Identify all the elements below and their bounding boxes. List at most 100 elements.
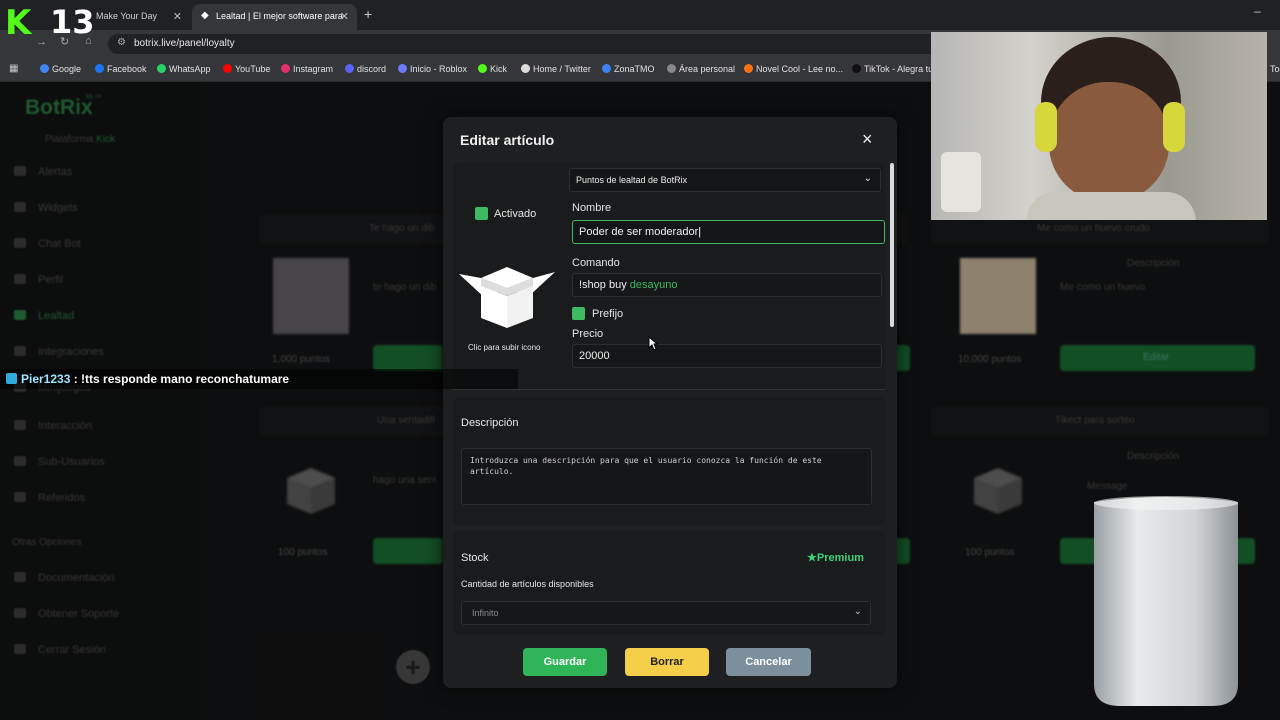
prefix-checkbox[interactable] — [572, 307, 585, 320]
bookmark-item[interactable]: YouTube — [223, 64, 270, 74]
bookmark-label: Área personal — [679, 64, 736, 74]
type-select[interactable]: Puntos de lealtad de BotRix ⌄ — [569, 168, 881, 192]
save-button[interactable]: Guardar — [523, 648, 607, 676]
command-input[interactable]: !shop buy desayuno — [572, 273, 882, 297]
premium-badge: ★Premium — [807, 551, 864, 564]
bookmark-label: Inicio - Roblox — [410, 64, 468, 74]
bookmark-label: Novel Cool - Lee no... — [756, 64, 844, 74]
browser-tab-active[interactable]: ◆ Lealtad | El mejor software para ✕ — [192, 4, 357, 30]
modal-title: Editar artículo — [460, 132, 555, 148]
bookmark-label: Facebook — [107, 64, 147, 74]
webcam-feed — [931, 32, 1267, 220]
apps-grid-icon[interactable]: ▦ — [9, 63, 18, 74]
bookmark-favicon-icon — [744, 64, 753, 73]
description-section: Descripción Introduzca una descripción p… — [453, 397, 885, 525]
bookmark-item[interactable]: Novel Cool - Lee no... — [744, 64, 843, 74]
item-main-section: Puntos de lealtad de BotRix ⌄ Activado C… — [453, 162, 885, 390]
stream-chat-message: Pier1233 : !tts responde mano reconchatu… — [0, 369, 518, 389]
tab-label: Lealtad | El mejor software para — [216, 11, 343, 21]
stock-select[interactable]: Infinito ⌄ — [461, 601, 871, 625]
bookmark-label: TikTok - Alegra tu — [864, 64, 934, 74]
bookmark-item[interactable]: ZonaTMO — [602, 64, 655, 74]
mouse-cursor-icon — [648, 335, 659, 356]
upload-icon-label: Clic para subir icono — [468, 343, 541, 352]
close-tab-icon[interactable]: ✕ — [340, 10, 349, 23]
star-icon: ★ — [807, 552, 817, 564]
command-prefix: !shop buy — [579, 279, 627, 291]
close-icon[interactable]: × — [862, 129, 873, 150]
stock-section: Stock ★Premium Cantidad de artículos dis… — [453, 531, 885, 635]
bookmark-label: Kick — [490, 64, 508, 74]
bookmark-favicon-icon — [40, 64, 49, 73]
delete-button[interactable]: Borrar — [625, 648, 709, 676]
divider — [453, 389, 885, 390]
bookmark-item[interactable]: Google — [40, 64, 81, 74]
bookmark-label: WhatsApp — [169, 64, 211, 74]
url-text: botrix.live/panel/loyalty — [134, 38, 235, 49]
bookmark-item[interactable]: TikTok - Alegra tu — [852, 64, 933, 74]
bookmark-favicon-icon — [852, 64, 861, 73]
cancel-button[interactable]: Cancelar — [726, 648, 811, 676]
bookmark-favicon-icon — [223, 64, 232, 73]
bookmark-label: Instagram — [293, 64, 334, 74]
site-info-icon[interactable]: ⚙ — [117, 37, 126, 48]
prefix-label: Prefijo — [592, 308, 624, 320]
bookmark-item[interactable]: Kick — [478, 64, 507, 74]
active-label: Activado — [494, 208, 537, 220]
description-label: Descripción — [461, 417, 519, 429]
bookmark-item[interactable]: Inicio - Roblox — [398, 64, 467, 74]
bookmarks-overflow[interactable]: Todos los — [1270, 64, 1280, 74]
bookmark-favicon-icon — [667, 64, 676, 73]
name-input[interactable]: Poder de ser moderador | — [572, 220, 885, 244]
stock-sub-label: Cantidad de artículos disponibles — [461, 579, 594, 589]
bookmark-item[interactable]: discord — [345, 64, 386, 74]
chevron-down-icon: ⌄ — [853, 606, 862, 617]
stream-number: 13 — [50, 3, 95, 41]
type-select-value: Puntos de lealtad de BotRix — [576, 175, 688, 185]
bookmark-favicon-icon — [281, 64, 290, 73]
chat-user-icon — [6, 373, 17, 384]
active-checkbox[interactable] — [475, 207, 488, 220]
minimize-button[interactable]: – — [1254, 4, 1261, 18]
premium-label: Premium — [816, 552, 864, 564]
modal-scrollbar[interactable] — [890, 163, 894, 327]
bookmark-item[interactable]: WhatsApp — [157, 64, 211, 74]
bookmark-label: Home / Twitter — [533, 64, 591, 74]
bookmark-favicon-icon — [95, 64, 104, 73]
stock-label: Stock — [461, 552, 489, 564]
close-tab-icon[interactable]: ✕ — [173, 10, 182, 23]
price-input[interactable]: 20000 — [572, 344, 882, 368]
bookmark-favicon-icon — [157, 64, 166, 73]
kick-logo: K — [5, 3, 32, 43]
browser-tab-bar: Make Your Day ✕ ◆ Lealtad | El mejor sof… — [0, 0, 1280, 30]
bookmark-label: YouTube — [235, 64, 271, 74]
glass-overlay — [1092, 494, 1240, 708]
bookmark-item[interactable]: Facebook — [95, 64, 147, 74]
bookmark-favicon-icon — [478, 64, 487, 73]
price-label: Precio — [572, 328, 604, 340]
name-input-value: Poder de ser moderador — [579, 226, 699, 238]
chevron-down-icon: ⌄ — [863, 173, 872, 184]
bookmark-label: Google — [52, 64, 82, 74]
bookmark-item[interactable]: Home / Twitter — [521, 64, 591, 74]
stock-select-value: Infinito — [472, 608, 499, 618]
description-textarea[interactable]: Introduzca una descripción para que el u… — [461, 448, 872, 505]
bookmark-item[interactable]: Instagram — [281, 64, 333, 74]
upload-box-icon[interactable] — [457, 258, 557, 330]
chat-username: Pier1233 — [21, 372, 71, 386]
command-value: desayuno — [629, 279, 678, 291]
chat-text: : !tts responde mano reconchatumare — [70, 372, 290, 386]
description-placeholder: Introduzca una descripción para que el u… — [470, 456, 822, 476]
bookmark-favicon-icon — [521, 64, 530, 73]
bookmark-favicon-icon — [602, 64, 611, 73]
url-field[interactable]: ⚙ botrix.live/panel/loyalty — [108, 34, 938, 54]
bookmark-item[interactable]: Área personal — [667, 64, 735, 74]
bookmark-favicon-icon — [398, 64, 407, 73]
new-tab-button[interactable]: + — [364, 6, 372, 22]
bookmark-favicon-icon — [345, 64, 354, 73]
forward-icon[interactable]: → — [36, 36, 47, 48]
tab-favicon-icon: ◆ — [201, 10, 209, 21]
command-label: Comando — [572, 257, 620, 269]
bookmark-label: ZonaTMO — [614, 64, 655, 74]
price-input-value: 20000 — [579, 350, 610, 362]
